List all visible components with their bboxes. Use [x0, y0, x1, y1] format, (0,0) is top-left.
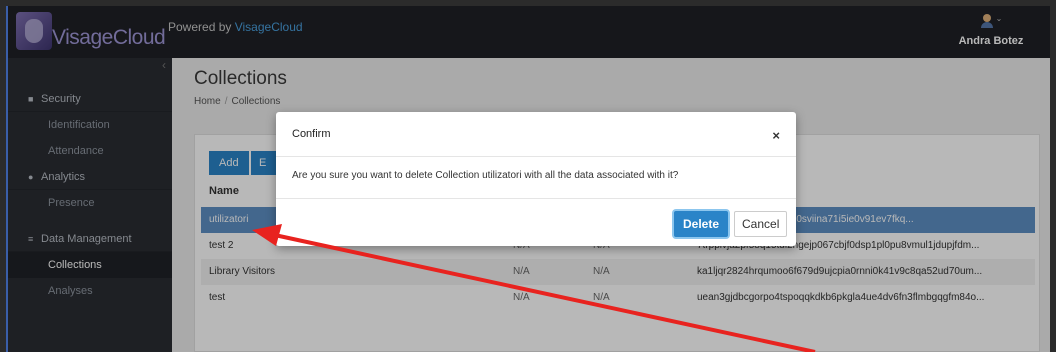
- close-icon[interactable]: ×: [772, 128, 780, 143]
- cancel-button[interactable]: Cancel: [734, 211, 788, 237]
- divider: [276, 156, 796, 157]
- divider: [276, 198, 796, 199]
- app-window: VisageCloud Powered by VisageCloud ⌄ And…: [6, 6, 1050, 352]
- confirm-dialog: Confirm × Are you sure you want to delet…: [276, 112, 796, 246]
- dialog-title: Confirm: [292, 128, 331, 140]
- delete-button[interactable]: Delete: [674, 211, 729, 237]
- dialog-message: Are you sure you want to delete Collecti…: [292, 170, 679, 181]
